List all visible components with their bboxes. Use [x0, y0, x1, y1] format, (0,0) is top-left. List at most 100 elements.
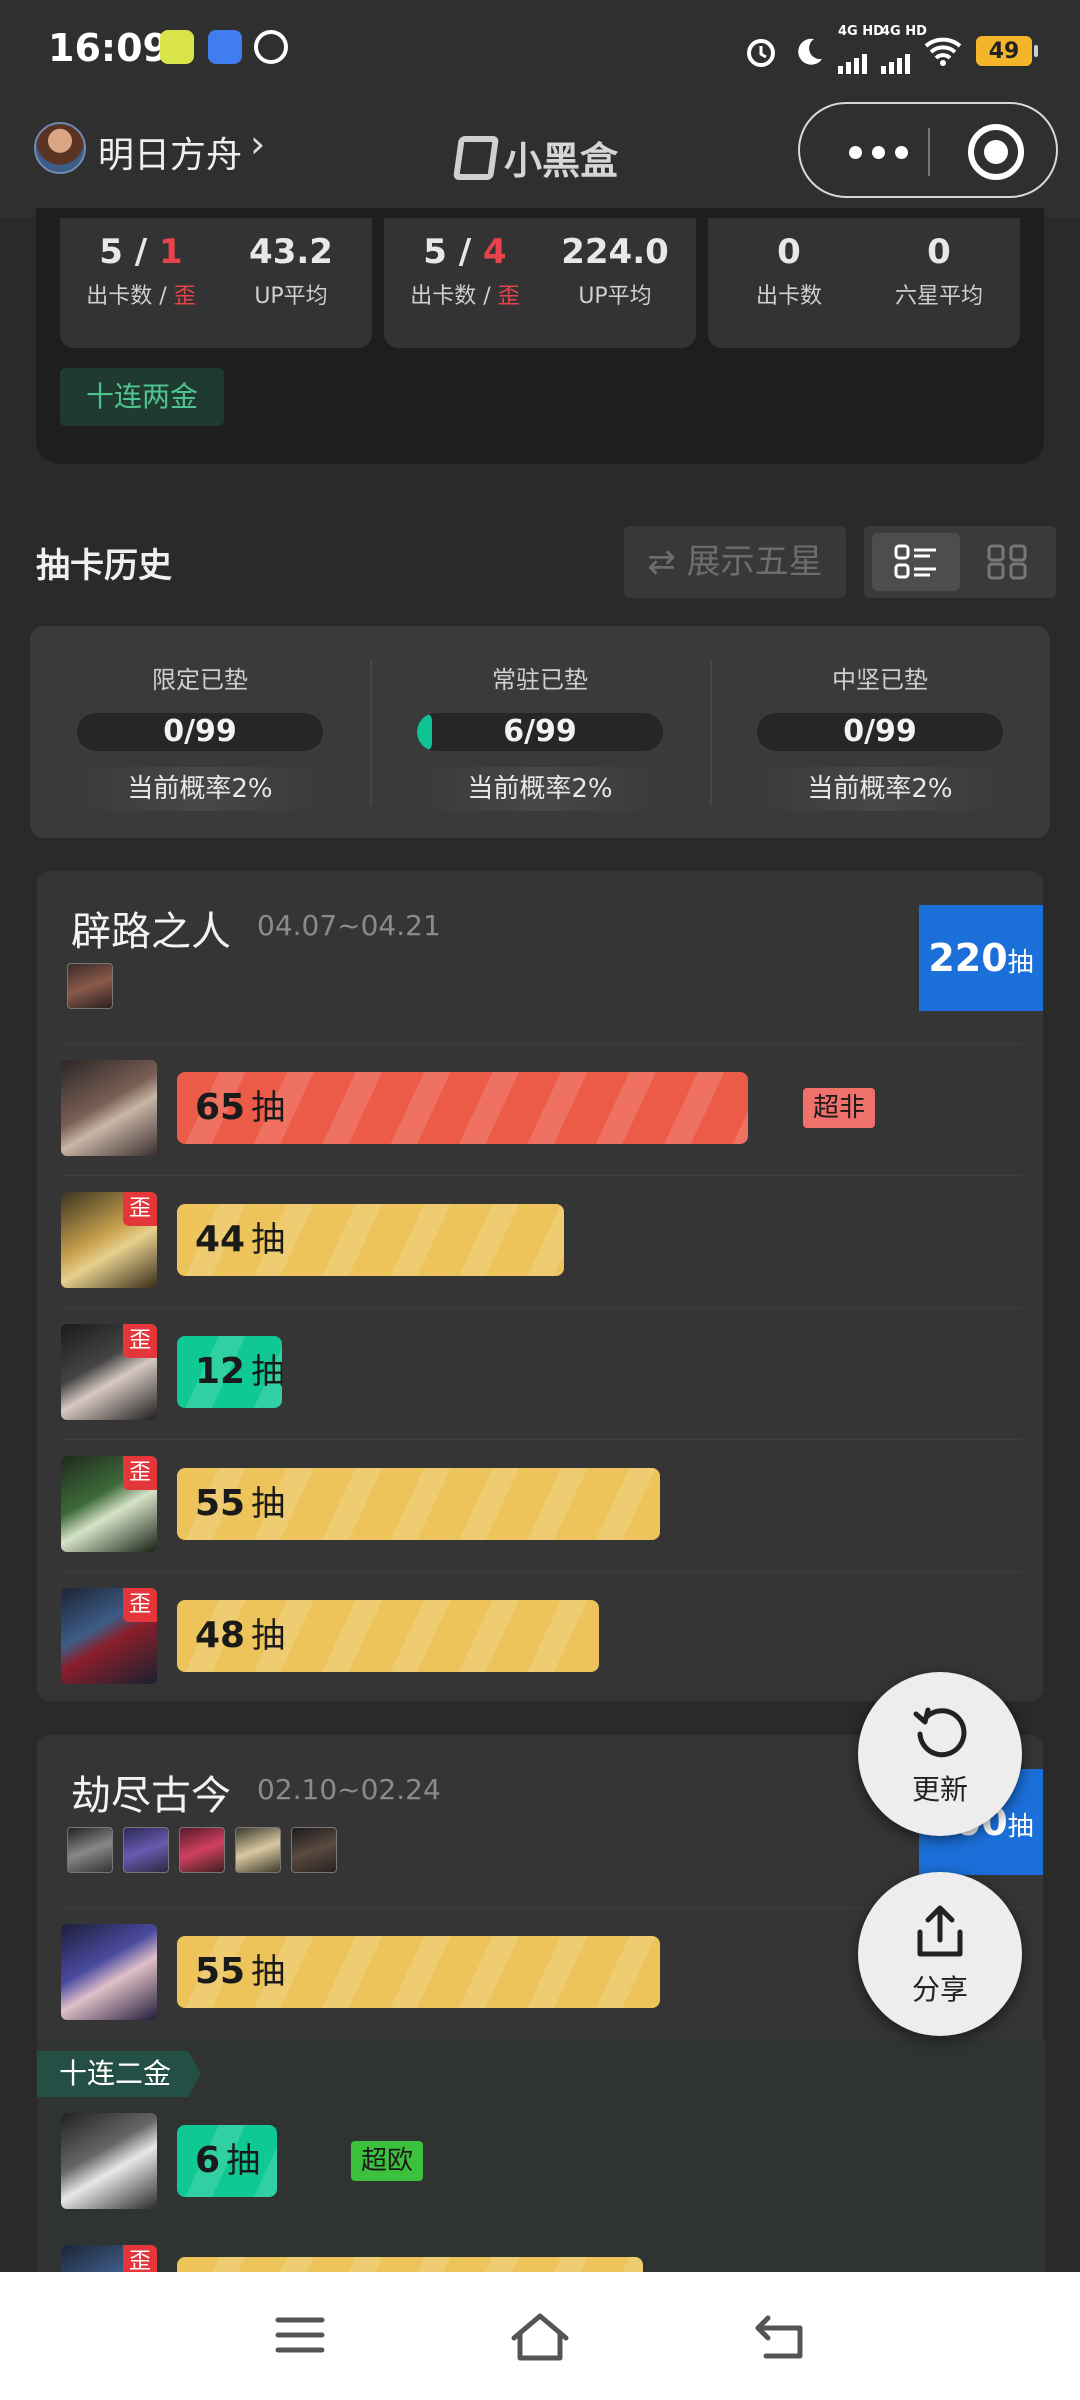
pull-bar: 55 抽 — [177, 1936, 660, 2008]
pull-row[interactable]: 6抽 超欧 — [61, 2097, 1021, 2229]
pull-bar: 65 抽 — [177, 1072, 748, 1144]
refresh-button[interactable]: 更新 — [858, 1672, 1022, 1836]
grid-view-button[interactable] — [964, 533, 1052, 591]
show-five-star-button[interactable]: ⇄ 展示五星 — [624, 526, 846, 598]
operator-avatar: 歪 — [61, 1192, 157, 1288]
pity-rate: 当前概率2% — [420, 767, 660, 811]
off-banner-badge: 歪 — [123, 1192, 157, 1226]
pull-bar: 48 抽 — [177, 1600, 599, 1672]
off-banner-badge: 歪 — [123, 1456, 157, 1490]
capsule-divider — [928, 128, 930, 176]
baidu-paw-icon — [208, 30, 242, 64]
pull-bar: 6抽 — [177, 2125, 277, 2197]
close-miniprogram-icon[interactable] — [968, 124, 1024, 180]
banner-date: 02.10~02.24 — [257, 1773, 441, 1806]
operator-avatar: 歪 — [61, 1456, 157, 1552]
list-view-button[interactable] — [872, 533, 960, 591]
grid-view-icon — [987, 544, 1027, 580]
banner-operators — [67, 1827, 337, 1873]
moon-icon — [798, 38, 822, 65]
operator-thumb — [67, 963, 113, 1009]
share-label: 分享 — [911, 1973, 968, 2006]
pity-core: 中坚已垫 0/99 当前概率2% — [710, 626, 1050, 838]
stat-avg: 224.0 — [561, 232, 669, 272]
pity-progress-bar: 0/99 — [77, 713, 323, 751]
stat-off: 4 — [483, 232, 507, 272]
pity-standard: 常驻已垫 6/99 当前概率2% — [370, 626, 710, 838]
operator-thumb — [235, 1827, 281, 1873]
operator-thumb — [179, 1827, 225, 1873]
stat-avg: 43.2 — [249, 232, 333, 272]
circle-speed-icon — [254, 30, 288, 64]
banner-title: 劫尽古今 — [71, 1773, 231, 1819]
pull-bar: 12 抽 — [177, 1336, 282, 1408]
system-nav-bar — [0, 2272, 1080, 2400]
off-banner-badge: 歪 — [123, 1324, 157, 1358]
home-icon[interactable] — [510, 2312, 570, 2362]
list-view-icon — [894, 544, 936, 579]
back-icon[interactable] — [752, 2312, 808, 2362]
app-notification-icon — [160, 30, 194, 64]
stat-count: 0 — [777, 232, 801, 272]
operator-avatar: 歪 — [61, 1324, 157, 1420]
achievement-tag: 十连两金 — [60, 368, 225, 426]
operator-thumb — [291, 1827, 337, 1873]
pull-bar: 44 抽 — [177, 1204, 564, 1276]
banner-title: 辟路之人 — [71, 909, 231, 955]
alarm-icon — [747, 39, 775, 67]
menu-icon[interactable] — [274, 2312, 326, 2358]
share-icon — [917, 1905, 963, 1957]
banner-operators — [67, 963, 113, 1009]
stat-off: 1 — [159, 232, 183, 272]
signal-2: 4G HD — [881, 24, 927, 74]
luck-tag: 超欧 — [351, 2141, 424, 2181]
battery-indicator: 49 — [976, 36, 1038, 66]
stat-card-limited: 5 / 1 出卡数 / 歪 43.2 UP平均 — [60, 218, 372, 348]
app-navbar: 明日方舟 › 小黑盒 — [0, 100, 1080, 218]
banner-card[interactable]: 辟路之人 04.07~04.21 220抽 65 抽 超非 歪 44 抽 歪 12 抽… — [36, 870, 1044, 1702]
signal-1: 4G HD — [838, 24, 884, 74]
multi-gold-tag: 十连二金 — [37, 2051, 202, 2097]
pull-row[interactable]: 歪 44 抽 — [61, 1175, 1021, 1307]
pity-limited: 限定已垫 0/99 当前概率2% — [30, 626, 370, 838]
operator-thumb — [123, 1827, 169, 1873]
pity-progress-bar: 6/99 — [417, 713, 663, 751]
brand-name: 小黑盒 — [504, 139, 619, 183]
history-title: 抽卡历史 — [36, 546, 172, 586]
refresh-label: 更新 — [911, 1773, 968, 1806]
share-button[interactable]: 分享 — [858, 1872, 1022, 2036]
luck-tag: 超非 — [803, 1088, 876, 1128]
pull-row[interactable]: 歪 12 抽 — [61, 1307, 1021, 1439]
off-banner-badge: 歪 — [123, 1588, 157, 1622]
pity-progress-bar: 0/99 — [757, 713, 1003, 751]
wifi-icon — [924, 37, 962, 66]
stat-count: 5 — [99, 232, 123, 272]
pull-row[interactable]: 65 抽 超非 — [61, 1043, 1021, 1175]
heybox-logo-icon — [452, 135, 500, 180]
refresh-icon — [913, 1707, 967, 1758]
game-title[interactable]: 明日方舟 — [98, 126, 242, 178]
pull-row[interactable]: 歪 55 抽 — [61, 1439, 1021, 1571]
operator-avatar: 歪 — [61, 1588, 157, 1684]
operator-avatar — [61, 1060, 157, 1156]
pity-rate: 当前概率2% — [760, 767, 1000, 811]
stat-count: 5 — [423, 232, 447, 272]
pity-panel: 限定已垫 0/99 当前概率2% 常驻已垫 6/99 当前概率2% 中坚已垫 0… — [30, 626, 1050, 838]
stat-avg: 0 — [927, 232, 951, 272]
stat-card-other: 0 出卡数 0 六星平均 — [708, 218, 1020, 348]
stat-card-standard: 5 / 4 出卡数 / 歪 224.0 UP平均 — [384, 218, 696, 348]
brand-logo: 小黑盒 — [452, 130, 619, 185]
miniprogram-capsule — [798, 102, 1058, 198]
banner-date: 04.07~04.21 — [257, 909, 441, 942]
status-time: 16:09 — [48, 26, 169, 70]
pull-bar: 55 抽 — [177, 1468, 660, 1540]
summary-card: 5 / 1 出卡数 / 歪 43.2 UP平均 5 / 4 出卡数 / 歪 22… — [36, 208, 1044, 464]
operator-avatar — [61, 2113, 157, 2209]
operator-thumb — [67, 1827, 113, 1873]
operator-avatar — [61, 1924, 157, 2020]
chevron-right-icon[interactable]: › — [250, 122, 265, 166]
pity-rate: 当前概率2% — [80, 767, 320, 811]
more-options-icon[interactable] — [828, 124, 928, 180]
game-avatar[interactable] — [34, 122, 86, 174]
view-mode-toggle — [864, 526, 1056, 598]
